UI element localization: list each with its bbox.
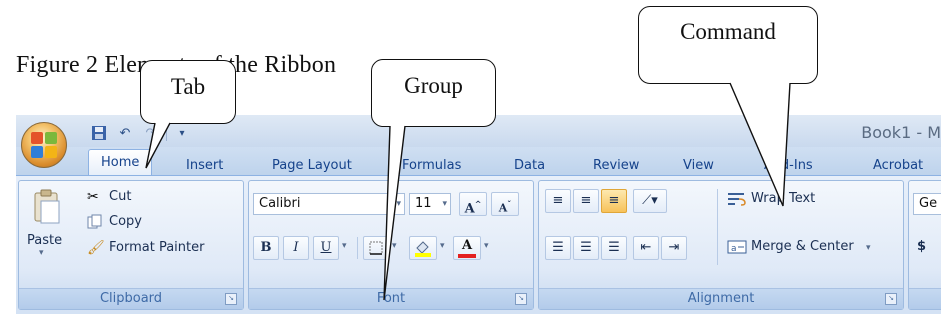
- font-color-dropdown-icon[interactable]: ▾: [484, 241, 489, 251]
- copy-button[interactable]: Copy: [109, 214, 142, 229]
- font-color-button[interactable]: A: [453, 236, 481, 260]
- align-middle-button[interactable]: ≡: [573, 189, 599, 213]
- number-group: Ge $: [908, 180, 941, 310]
- tab-home[interactable]: Home: [88, 149, 153, 176]
- align-left-button[interactable]: ☰: [545, 236, 571, 260]
- tab-callout-label: Tab: [170, 74, 206, 99]
- font-size-value: 11: [415, 196, 432, 211]
- italic-button[interactable]: I: [283, 236, 309, 260]
- customize-qat-icon[interactable]: ▾: [171, 124, 193, 142]
- save-icon[interactable]: [88, 124, 110, 142]
- tab-page-layout[interactable]: Page Layout: [272, 158, 352, 173]
- orientation-button[interactable]: ⟋▾: [633, 189, 667, 213]
- clipboard-group: Paste ▾ ✂ Cut Copy 🖌 Format Painter Clip…: [18, 180, 244, 310]
- group-callout-label: Group: [404, 73, 463, 98]
- format-painter-icon[interactable]: 🖌: [87, 240, 105, 256]
- align-right-button[interactable]: ☰: [601, 236, 627, 260]
- paste-dropdown-icon[interactable]: ▾: [39, 248, 44, 258]
- wrap-text-icon[interactable]: [727, 191, 747, 211]
- tab-insert[interactable]: Insert: [186, 158, 223, 173]
- alignment-separator: [717, 189, 718, 265]
- undo-icon[interactable]: ↶: [114, 124, 136, 142]
- font-launcher-icon[interactable]: ↘: [515, 293, 527, 305]
- tab-acrobat[interactable]: Acrobat: [873, 158, 923, 173]
- font-separator: [357, 237, 358, 259]
- underline-dropdown-icon[interactable]: ▾: [342, 241, 347, 251]
- currency-button[interactable]: $: [917, 239, 926, 254]
- svg-text:a: a: [731, 244, 737, 254]
- number-format-value: Ge: [919, 196, 938, 211]
- format-painter-button[interactable]: Format Painter: [109, 240, 204, 255]
- cut-icon[interactable]: ✂: [87, 189, 99, 205]
- tab-data[interactable]: Data: [514, 158, 545, 173]
- borders-dropdown-icon[interactable]: ▾: [392, 241, 397, 251]
- font-color-bar: [458, 254, 476, 258]
- merge-center-dropdown-icon[interactable]: ▾: [866, 243, 871, 253]
- bold-button[interactable]: B: [253, 236, 279, 260]
- wrap-text-button[interactable]: Wrap Text: [751, 191, 815, 206]
- command-callout: Command: [638, 6, 818, 84]
- paste-button-label[interactable]: Paste: [27, 233, 62, 248]
- alignment-group: ≡ ≡ ≡ ⟋▾ ☰ ☰ ☰ ⇤ ⇥ Wrap Text a Merge & C…: [538, 180, 904, 310]
- increase-font-size-button[interactable]: A^: [459, 192, 487, 216]
- office-logo-icon: [31, 132, 57, 158]
- excel-window: ↶ ↷ ▾ Book1 - M Home Insert Page Layout …: [16, 115, 941, 314]
- increase-indent-button[interactable]: ⇥: [661, 236, 687, 260]
- merge-center-icon[interactable]: a: [727, 239, 747, 259]
- fill-color-button[interactable]: [409, 236, 437, 260]
- decrease-indent-button[interactable]: ⇤: [633, 236, 659, 260]
- tab-review[interactable]: Review: [593, 158, 639, 173]
- redo-icon[interactable]: ↷: [140, 124, 162, 142]
- clipboard-launcher-icon[interactable]: ↘: [225, 293, 237, 305]
- font-group-label: Font: [249, 288, 533, 309]
- borders-button[interactable]: [363, 236, 389, 260]
- font-group: Calibri ▾ 11 ▾ A^ Aˇ B I U ▾ ▾ ▾ A ▾ Fon…: [248, 180, 534, 310]
- group-callout: Group: [371, 59, 496, 127]
- font-size-dropdown-icon[interactable]: ▾: [442, 194, 447, 214]
- number-group-label: [909, 288, 941, 309]
- borders-icon: [369, 241, 383, 255]
- font-size-combo[interactable]: 11 ▾: [409, 193, 451, 215]
- document-title: Book1 - M: [861, 123, 941, 142]
- office-button[interactable]: [21, 122, 67, 168]
- clipboard-group-label: Clipboard: [19, 288, 243, 309]
- paste-icon[interactable]: [33, 189, 61, 229]
- qat-separator: [166, 125, 167, 141]
- number-format-combo[interactable]: Ge: [913, 193, 941, 215]
- alignment-launcher-icon[interactable]: ↘: [885, 293, 897, 305]
- tab-callout: Tab: [140, 60, 236, 124]
- ribbon-tabs: Home Insert Page Layout Formulas Data Re…: [16, 147, 941, 176]
- quick-access-toolbar: ↶ ↷ ▾: [88, 123, 193, 143]
- fill-color-icon: [415, 241, 431, 257]
- tab-formulas[interactable]: Formulas: [402, 158, 461, 173]
- merge-center-button[interactable]: Merge & Center: [751, 239, 854, 254]
- font-name-combo[interactable]: Calibri ▾: [253, 193, 405, 215]
- ribbon-panel: Paste ▾ ✂ Cut Copy 🖌 Format Painter Clip…: [16, 175, 941, 314]
- center-button[interactable]: ☰: [573, 236, 599, 260]
- fill-color-dropdown-icon[interactable]: ▾: [440, 241, 445, 251]
- font-name-dropdown-icon[interactable]: ▾: [396, 194, 401, 214]
- font-name-value: Calibri: [259, 196, 301, 211]
- tab-view[interactable]: View: [683, 158, 714, 173]
- align-top-button[interactable]: ≡: [545, 189, 571, 213]
- alignment-group-label: Alignment: [539, 288, 903, 309]
- align-bottom-button[interactable]: ≡: [601, 189, 627, 213]
- decrease-font-size-button[interactable]: Aˇ: [491, 192, 519, 216]
- tab-add-ins[interactable]: Add-Ins: [764, 158, 813, 173]
- command-callout-label: Command: [680, 19, 776, 44]
- underline-button[interactable]: U: [313, 236, 339, 260]
- copy-icon[interactable]: [87, 214, 103, 234]
- cut-button[interactable]: Cut: [109, 189, 131, 204]
